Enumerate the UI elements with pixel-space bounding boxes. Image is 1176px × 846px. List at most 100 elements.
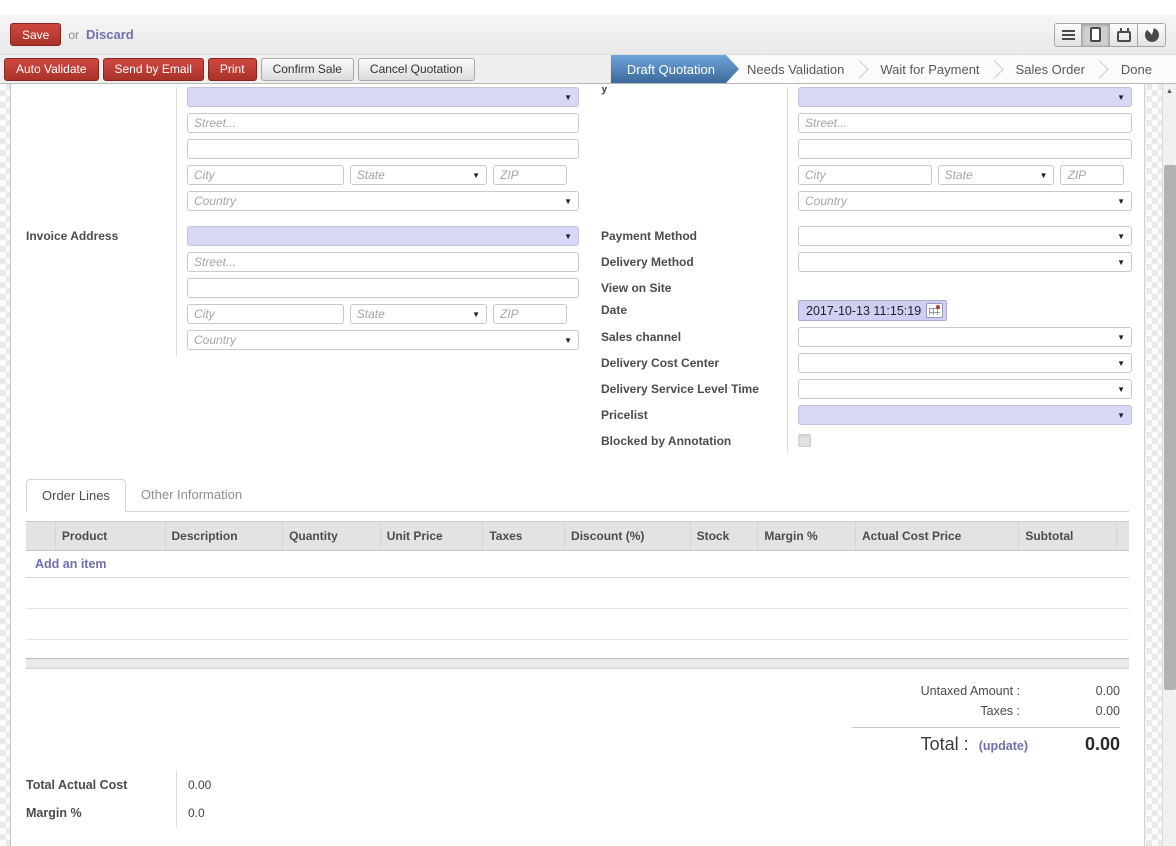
calendar-view-button[interactable]: [1110, 23, 1138, 47]
form-view-button[interactable]: [1082, 23, 1110, 47]
left-column: ▼ State▼ Country▼ Invoice Address ▼: [26, 87, 579, 453]
chevron-separator-icon: [1093, 55, 1113, 83]
save-button[interactable]: Save: [10, 23, 61, 46]
invoice-state-select[interactable]: State▼: [350, 304, 487, 324]
payment-method-select[interactable]: ▼: [798, 226, 1132, 246]
handle-column-header: [26, 522, 56, 550]
delivery-service-level-time-select[interactable]: ▼: [798, 379, 1132, 399]
date-input[interactable]: 2017-10-13 11:15:19: [798, 300, 947, 321]
tab-other-information[interactable]: Other Information: [126, 479, 257, 512]
delivery-zip-input[interactable]: [1060, 165, 1123, 185]
delivery-service-level-time-label: Delivery Service Level Time: [601, 379, 788, 405]
top-strip: [0, 0, 1176, 15]
stock-column-header: Stock: [691, 522, 759, 550]
tab-bar: Order Lines Other Information: [26, 479, 1129, 512]
graph-view-button[interactable]: [1138, 23, 1166, 47]
invoice-street2-input[interactable]: [187, 278, 579, 298]
table-header-row: Product Description Quantity Unit Price …: [26, 522, 1129, 551]
invoice-street-input[interactable]: [187, 252, 579, 272]
chevron-separator-icon: [852, 55, 872, 83]
chevron-down-icon: ▼: [1117, 333, 1125, 342]
untaxed-amount-value: 0.00: [1020, 684, 1120, 698]
blocked-by-annotation-checkbox[interactable]: [798, 434, 811, 447]
add-an-item-link[interactable]: Add an item: [26, 551, 1129, 578]
notebook: Order Lines Other Information Product De…: [26, 479, 1129, 755]
country-select[interactable]: Country▼: [187, 191, 579, 211]
totals-block: Untaxed Amount : 0.00 Taxes : 0.00 Total…: [852, 681, 1120, 755]
status-step-done: Done: [1113, 55, 1160, 83]
payment-method-label: Payment Method: [601, 226, 788, 252]
taxes-value: 0.00: [1020, 704, 1120, 718]
status-step-wait-for-payment: Wait for Payment: [872, 55, 987, 83]
delivery-street2-input[interactable]: [798, 139, 1132, 159]
form-icon: [1090, 27, 1101, 42]
view-on-site-field: [788, 278, 1132, 300]
vertical-scrollbar[interactable]: ▲: [1162, 84, 1176, 846]
chevron-down-icon: ▼: [1117, 232, 1125, 241]
invoice-address-select[interactable]: ▼: [187, 226, 579, 246]
table-aggregate-band: [26, 658, 1129, 669]
confirm-sale-button[interactable]: Confirm Sale: [261, 58, 354, 81]
delivery-state-select[interactable]: State▼: [938, 165, 1055, 185]
total-actual-cost-value: 0.00: [177, 771, 477, 799]
total-actual-cost-label: Total Actual Cost: [26, 771, 177, 799]
chevron-down-icon: ▼: [1117, 93, 1125, 102]
sales-channel-select[interactable]: ▼: [798, 327, 1132, 347]
chevron-down-icon: ▼: [472, 171, 480, 180]
delivery-cost-center-label: Delivery Cost Center: [601, 353, 788, 379]
calendar-icon: [1117, 31, 1131, 42]
quantity-column-header: Quantity: [283, 522, 381, 550]
date-label: Date: [601, 300, 788, 327]
partner-select[interactable]: ▼: [187, 87, 579, 107]
chevron-down-icon: ▼: [564, 232, 572, 241]
update-total-link[interactable]: (update): [979, 739, 1028, 753]
chevron-down-icon: ▼: [1117, 258, 1125, 267]
scroll-up-arrow-icon[interactable]: ▲: [1163, 84, 1176, 98]
tab-order-lines[interactable]: Order Lines: [26, 479, 126, 512]
margin-percent-value: 0.0: [177, 799, 477, 827]
total-label: Total :: [921, 734, 969, 755]
send-by-email-button[interactable]: Send by Email: [103, 58, 204, 81]
cutoff-label-left: [26, 87, 177, 113]
form-columns: ▼ State▼ Country▼ Invoice Address ▼: [11, 87, 1144, 453]
blocked-by-annotation-label: Blocked by Annotation: [601, 431, 788, 453]
scrollbar-thumb[interactable]: [1164, 165, 1176, 690]
street2-input[interactable]: [187, 139, 579, 159]
chevron-down-icon: ▼: [564, 336, 572, 345]
datepicker-calendar-icon[interactable]: [926, 303, 943, 318]
pricelist-select[interactable]: ▼: [798, 405, 1132, 425]
auto-validate-button[interactable]: Auto Validate: [4, 58, 99, 81]
delivery-city-input[interactable]: [798, 165, 932, 185]
margin-percent-label: Margin %: [26, 799, 177, 827]
list-view-button[interactable]: [1054, 23, 1082, 47]
street-input[interactable]: [187, 113, 579, 133]
taxes-column-header: Taxes: [483, 522, 565, 550]
form-sheet: ▼ State▼ Country▼ Invoice Address ▼: [10, 84, 1145, 846]
delivery-street-input[interactable]: [798, 113, 1132, 133]
or-label: or: [68, 28, 79, 42]
print-button[interactable]: Print: [208, 58, 257, 81]
pricelist-label: Pricelist: [601, 405, 788, 431]
invoice-zip-input[interactable]: [493, 304, 567, 324]
empty-table-row: [26, 640, 1129, 658]
status-step-sales-order: Sales Order: [1008, 55, 1093, 83]
delivery-country-select[interactable]: Country▼: [798, 191, 1132, 211]
city-input[interactable]: [187, 165, 344, 185]
invoice-country-select[interactable]: Country▼: [187, 330, 579, 350]
discard-link[interactable]: Discard: [86, 27, 134, 42]
actions-column-header: [1117, 522, 1129, 550]
workflow-buttons: Auto Validate Send by Email Print Confir…: [0, 55, 475, 83]
cancel-quotation-button[interactable]: Cancel Quotation: [358, 58, 475, 81]
chevron-down-icon: ▼: [1117, 385, 1125, 394]
form-viewport: ▼ State▼ Country▼ Invoice Address ▼: [0, 84, 1176, 846]
actual-cost-price-column-header: Actual Cost Price: [856, 522, 1019, 550]
invoice-city-input[interactable]: [187, 304, 344, 324]
chevron-down-icon: ▼: [1040, 171, 1048, 180]
state-select[interactable]: State▼: [350, 165, 487, 185]
delivery-method-select[interactable]: ▼: [798, 252, 1132, 272]
delivery-method-label: Delivery Method: [601, 252, 788, 278]
delivery-cost-center-select[interactable]: ▼: [798, 353, 1132, 373]
invoice-address-label: Invoice Address: [26, 226, 177, 252]
zip-input[interactable]: [493, 165, 567, 185]
delivery-partner-select[interactable]: ▼: [798, 87, 1132, 107]
